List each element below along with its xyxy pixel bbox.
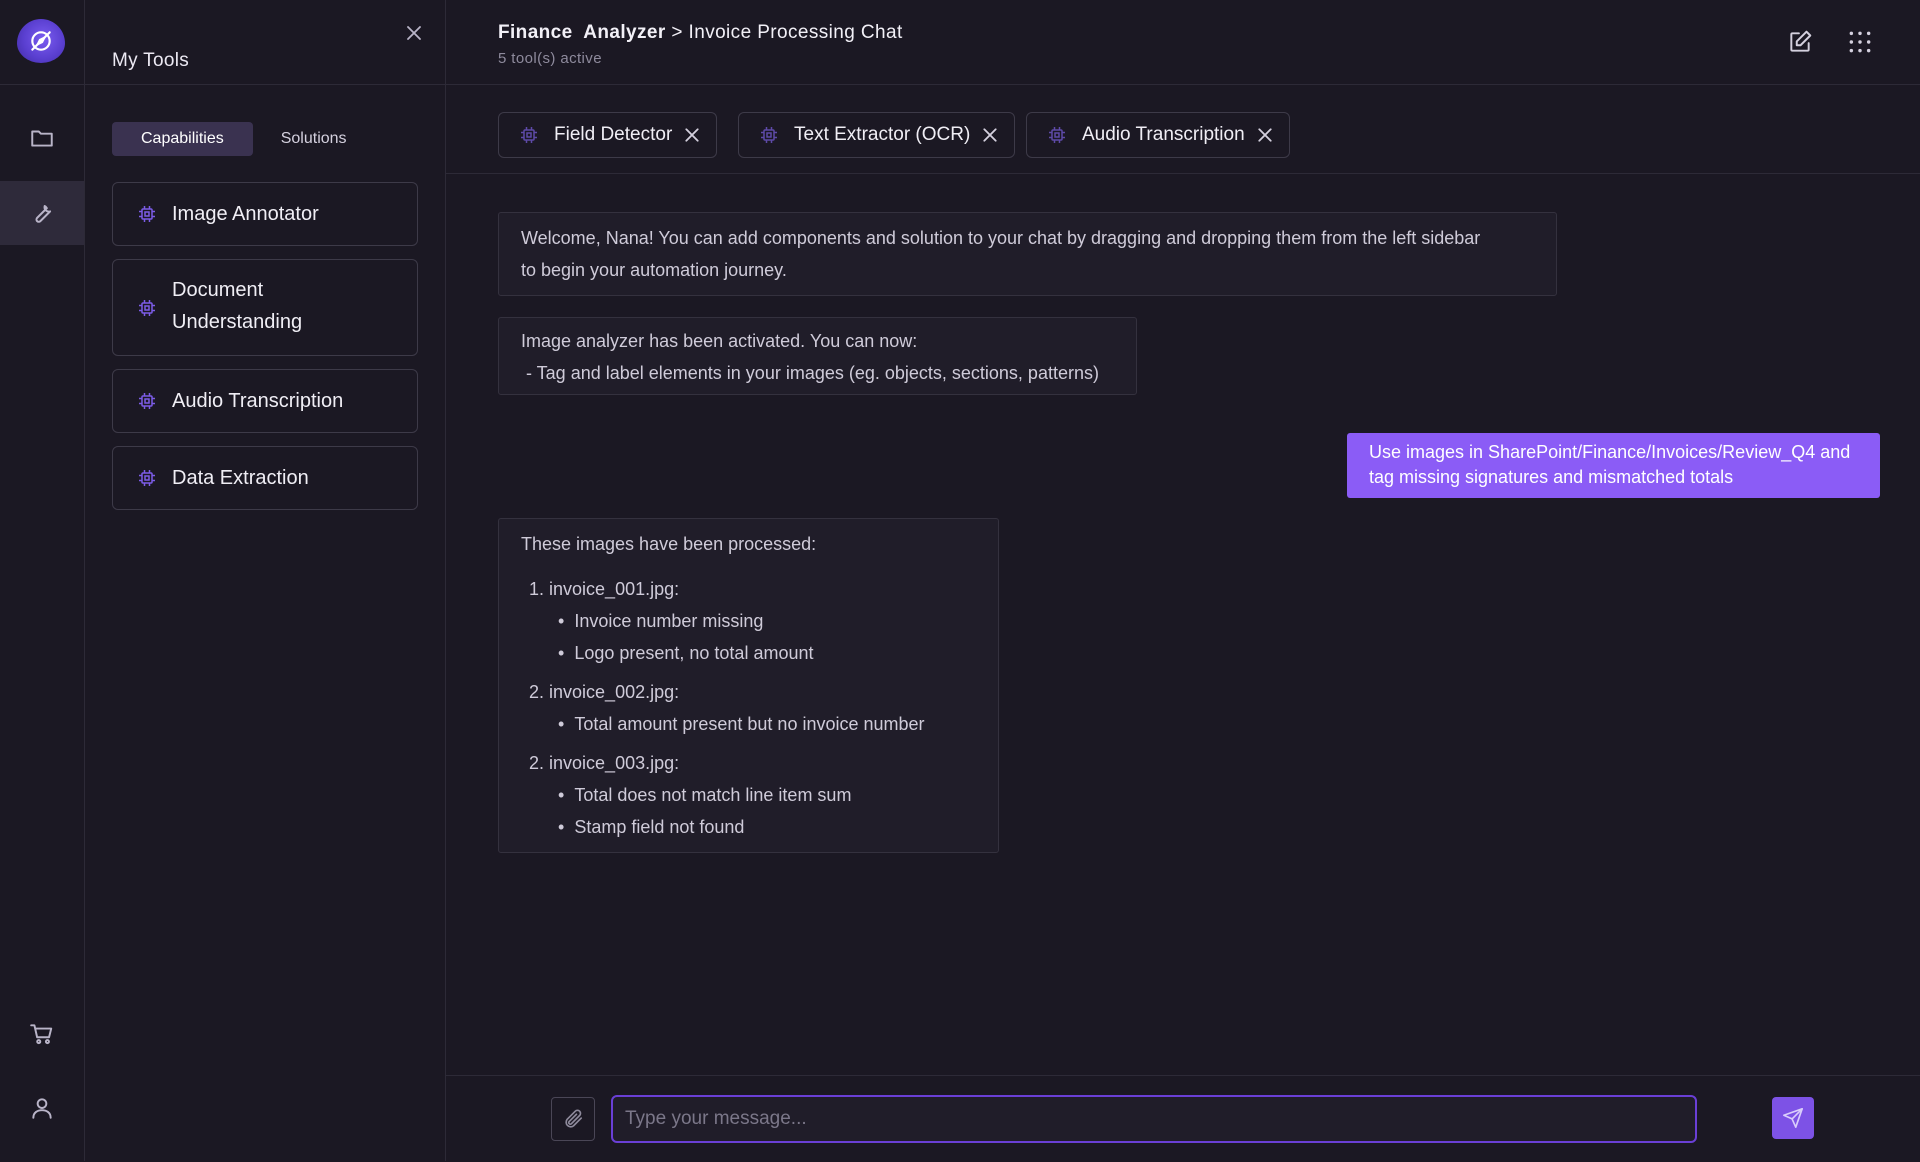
folder-icon <box>31 130 53 147</box>
chip-icon <box>521 127 537 143</box>
wrench-icon <box>35 204 52 223</box>
result-detail: • Logo present, no total amount <box>558 643 814 663</box>
result-file: invoice_001.jpg: <box>549 579 680 599</box>
active-tool-chip-text-extractor[interactable]: Text Extractor (OCR) <box>738 112 1016 158</box>
new-chat-button[interactable] <box>1786 28 1814 56</box>
tool-card-label: Document Understanding <box>172 274 302 338</box>
chip-icon <box>139 470 155 486</box>
tool-card-audio-transcription[interactable]: Audio Transcription <box>112 369 418 433</box>
tool-card-label-line2: Understanding <box>172 311 303 333</box>
chat-header: Finance Analyzer > Invoice Processing Ch… <box>446 0 1920 85</box>
breadcrumb-part1: Finance <box>498 22 573 43</box>
tool-card-label: Data Extraction <box>172 467 309 489</box>
result-number: 2. <box>529 753 545 773</box>
result-item: 1. invoice_001.jpg: <box>521 573 976 605</box>
tool-card-image-annotator[interactable]: Image Annotator <box>112 182 418 246</box>
logo-area <box>0 0 84 85</box>
rail-tools-button[interactable] <box>0 181 84 245</box>
rail-cart-button[interactable] <box>0 1002 84 1066</box>
paperclip-icon <box>565 1109 583 1128</box>
result-detail: • Total amount present but no invoice nu… <box>558 714 925 734</box>
result-detail-text: Logo present, no total amount <box>574 643 814 663</box>
tab-solutions[interactable]: Solutions <box>267 122 361 156</box>
chip-label: Field Detector <box>554 124 673 145</box>
tools-panel-title: My Tools <box>112 50 190 71</box>
chip-icon <box>139 299 155 316</box>
result-number: 2. <box>529 682 545 702</box>
breadcrumb-separator: > <box>671 22 683 43</box>
close-icon[interactable] <box>684 127 700 143</box>
active-tool-chip-audio-transcription[interactable]: Audio Transcription <box>1026 112 1290 158</box>
result-detail-text: Stamp field not found <box>574 817 745 837</box>
user-icon <box>32 1098 52 1119</box>
result-detail: • Stamp field not found <box>558 817 745 837</box>
grid-icon <box>1849 31 1871 53</box>
chip-label: Audio Transcription <box>1082 124 1245 145</box>
result-file: invoice_002.jpg: <box>549 682 680 702</box>
attach-button[interactable] <box>551 1097 595 1141</box>
tool-card-label: Audio Transcription <box>172 390 344 412</box>
result-number: 1. <box>529 579 545 599</box>
message-line: Welcome, Nana! You can add components an… <box>521 228 1481 248</box>
result-detail: • Invoice number missing <box>558 611 764 631</box>
breadcrumb: Finance Analyzer > Invoice Processing Ch… <box>498 22 903 44</box>
app-logo[interactable] <box>17 19 65 63</box>
tools-panel: My Tools Capabilities Solutions Image An… <box>85 0 446 1161</box>
chip-icon <box>761 127 777 143</box>
rail-folder-button[interactable] <box>0 106 84 170</box>
rail-profile-button[interactable] <box>0 1076 84 1140</box>
user-message: Use images in SharePoint/Finance/Invoice… <box>1347 433 1880 498</box>
tools-panel-header: My Tools <box>85 0 445 85</box>
message-line: Use images in SharePoint/Finance/Invoice… <box>1369 442 1851 462</box>
tab-capabilities[interactable]: Capabilities <box>112 122 253 156</box>
active-tool-chip-field-detector[interactable]: Field Detector <box>498 112 718 158</box>
send-button[interactable] <box>1772 1097 1814 1139</box>
tool-card-document-understanding[interactable]: Document Understanding <box>112 259 418 356</box>
message-line: Image analyzer has been activated. You c… <box>521 331 918 351</box>
result-detail-text: Total does not match line item sum <box>574 785 852 805</box>
message-line: to begin your automation journey. <box>521 260 787 280</box>
assistant-message-results: These images have been processed: 1. inv… <box>498 518 999 853</box>
result-item: 2. invoice_002.jpg: <box>521 676 976 708</box>
result-detail: • Total does not match line item sum <box>558 785 852 805</box>
chip-icon <box>139 206 155 222</box>
message-line: - Tag and label elements in your images … <box>521 363 1099 383</box>
result-item: 2. invoice_003.jpg: <box>521 747 976 779</box>
tools-tabs: Capabilities Solutions <box>112 122 361 156</box>
cart-icon <box>30 1024 53 1045</box>
tool-card-label: Image Annotator <box>172 203 319 225</box>
active-tools-count: 5 tool(s) active <box>498 50 602 67</box>
message-input[interactable] <box>611 1095 1697 1143</box>
assistant-message-activated: Image analyzer has been activated. You c… <box>498 317 1137 395</box>
results-intro: These images have been processed: <box>521 534 817 554</box>
icon-rail <box>0 0 85 1161</box>
active-tools-bar: Field Detector Text Extractor (OCR) Audi… <box>446 85 1920 174</box>
tool-card-data-extraction[interactable]: Data Extraction <box>112 446 418 510</box>
breadcrumb-project[interactable]: Finance Analyzer <box>498 22 666 43</box>
close-icon[interactable] <box>1257 127 1273 143</box>
close-icon[interactable] <box>982 127 998 143</box>
apps-grid-button[interactable] <box>1846 28 1874 56</box>
message-composer <box>446 1075 1920 1162</box>
close-panel-button[interactable] <box>403 22 425 44</box>
page-title: Invoice Processing Chat <box>688 22 903 43</box>
result-detail-text: Invoice number missing <box>574 611 764 631</box>
assistant-message-welcome: Welcome, Nana! You can add components an… <box>498 212 1557 296</box>
result-detail-text: Total amount present but no invoice numb… <box>574 714 925 734</box>
compass-icon <box>31 31 51 51</box>
breadcrumb-part2: Analyzer <box>583 22 666 43</box>
result-file: invoice_003.jpg: <box>549 753 680 773</box>
message-line: tag missing signatures and mismatched to… <box>1369 467 1734 487</box>
close-icon <box>407 26 421 40</box>
tool-card-label-line1: Document <box>172 279 264 301</box>
edit-icon <box>1790 30 1812 52</box>
chip-label: Text Extractor (OCR) <box>794 124 971 145</box>
chip-icon <box>139 393 155 409</box>
chip-icon <box>1049 127 1065 143</box>
send-icon <box>1783 1108 1803 1128</box>
